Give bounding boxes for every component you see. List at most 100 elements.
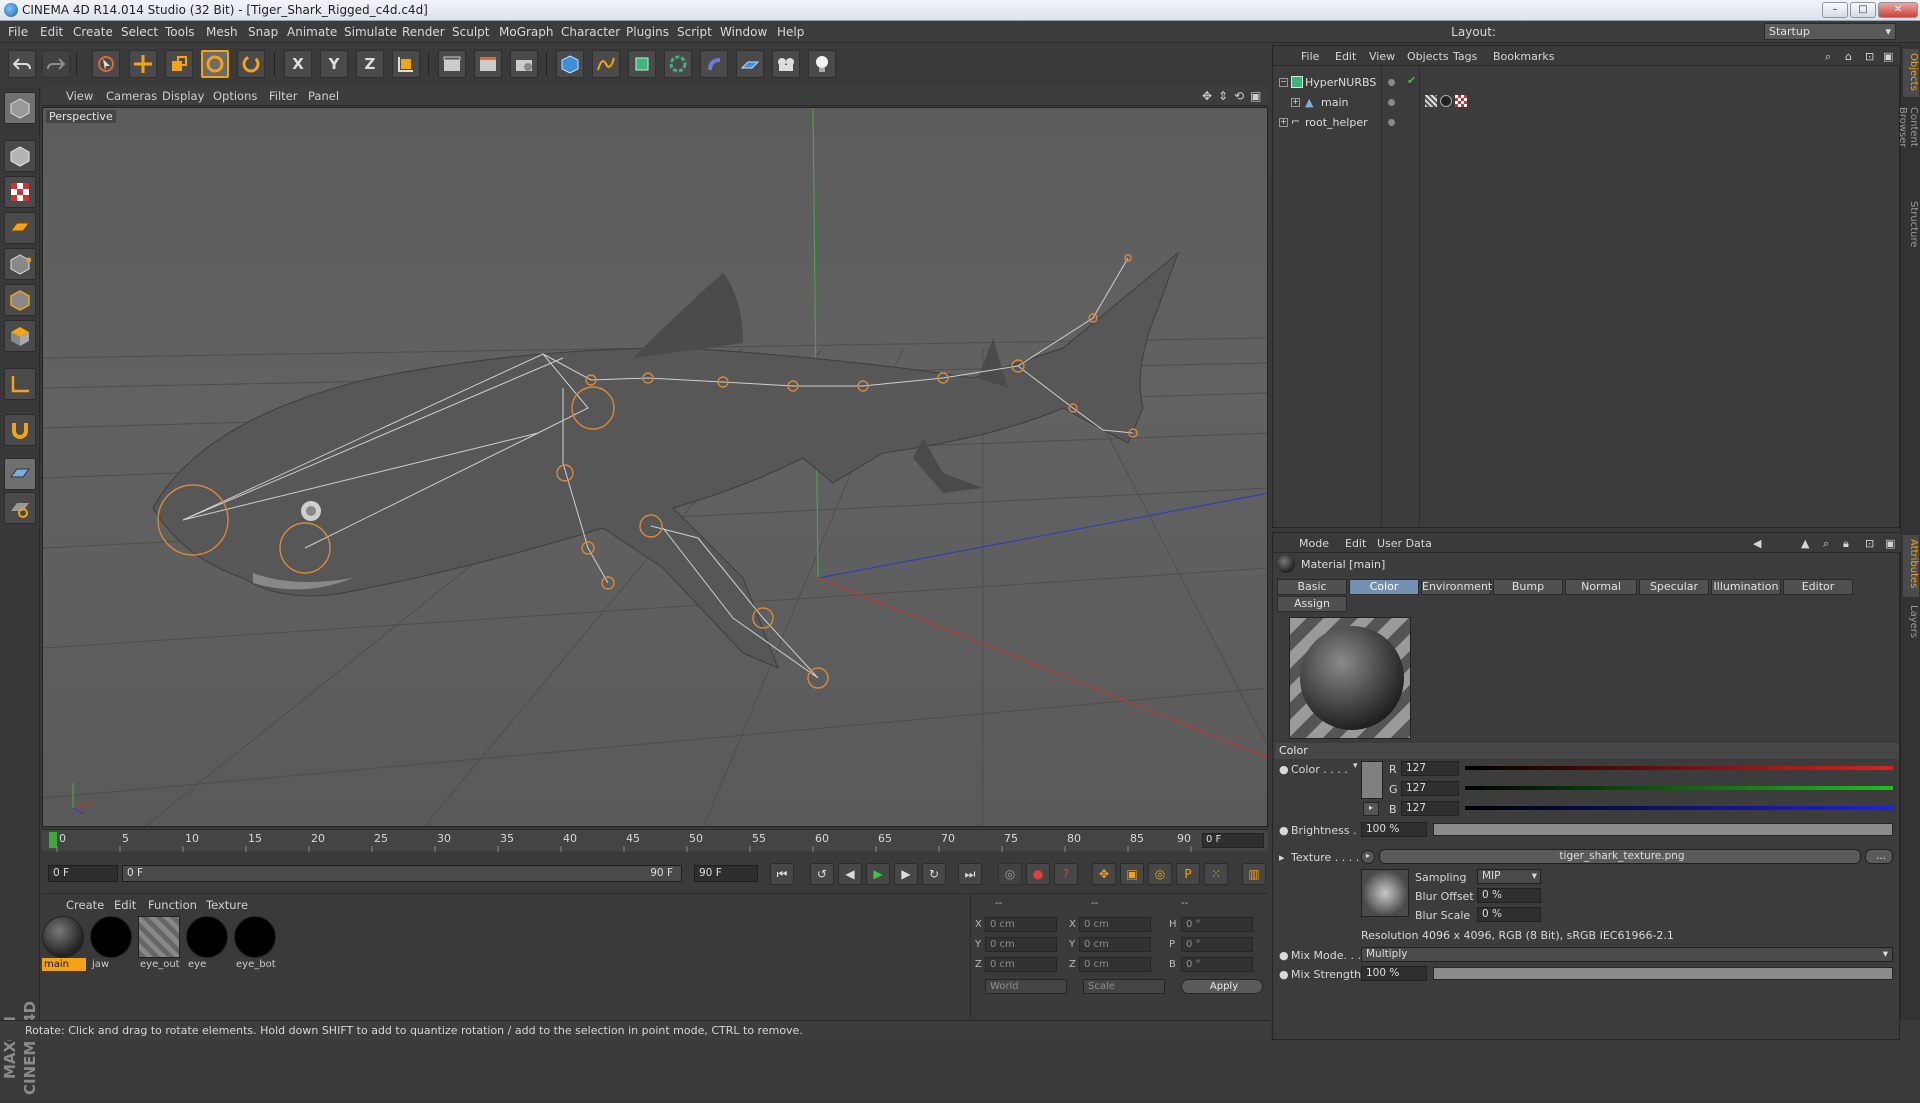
tab-normal[interactable]: Normal (1565, 579, 1637, 595)
preview-range-slider[interactable]: 0 F 90 F (122, 865, 682, 882)
material-swatch[interactable]: eye (186, 916, 230, 972)
new-view-icon[interactable]: ⊡ (1865, 537, 1874, 550)
render-picture-viewer-button[interactable] (474, 50, 502, 78)
menu-select[interactable]: Select (121, 25, 158, 39)
apply-button[interactable]: Apply (1181, 979, 1263, 994)
object-row-main[interactable]: + ▲ main (1275, 94, 1895, 111)
texture-browse-button[interactable]: ... (1865, 849, 1893, 864)
texture-tag-icon[interactable] (1455, 95, 1467, 107)
array-button[interactable] (664, 50, 692, 78)
obj-menu-tags[interactable]: Tags (1453, 50, 1477, 63)
coord-field[interactable]: 0 cm (985, 917, 1057, 932)
menu-render[interactable]: Render (402, 25, 445, 39)
new-view-icon[interactable]: ⊡ (1865, 50, 1874, 63)
material-swatch[interactable]: eye_out (138, 916, 182, 972)
menu-mograph[interactable]: MoGraph (499, 25, 554, 39)
start-frame-field[interactable]: 0 F (48, 865, 118, 882)
close-button[interactable]: ✕ (1878, 2, 1918, 18)
brightness-field[interactable]: 100 % (1361, 822, 1427, 837)
keyframe-selection-button[interactable]: ? (1054, 863, 1078, 885)
tab-attributes[interactable]: Attributes (1903, 535, 1919, 597)
next-key-button[interactable]: ↻ (922, 863, 946, 885)
texture-expand-icon[interactable]: ▸ (1279, 851, 1285, 864)
timeline-layout-button[interactable]: ▥ (1242, 863, 1266, 885)
rotate-button[interactable] (201, 50, 229, 78)
minimize-button[interactable]: – (1822, 2, 1848, 18)
model-mode-button[interactable] (4, 140, 36, 172)
menu-create[interactable]: Create (73, 25, 113, 39)
visibility-dot[interactable] (1388, 99, 1395, 106)
attr-menu-user-data[interactable]: User Data (1377, 537, 1432, 550)
key-parameter-button[interactable]: P (1176, 863, 1200, 885)
prev-key-button[interactable]: ↺ (810, 863, 834, 885)
tab-specular[interactable]: Specular (1639, 579, 1709, 595)
viewport-menu-panel[interactable]: Panel (308, 89, 339, 103)
snap-button[interactable] (4, 414, 36, 446)
mat-menu-edit[interactable]: Edit (114, 898, 136, 912)
coord-field[interactable]: 0 ° (1181, 957, 1253, 972)
r-value-field[interactable]: 127 (1401, 761, 1459, 776)
render-settings-button[interactable] (510, 50, 538, 78)
grid-snap-button[interactable] (4, 458, 36, 490)
brightness-slider[interactable] (1433, 823, 1893, 836)
sampling-dropdown[interactable]: MIP ▾ (1477, 869, 1541, 884)
maximize-button[interactable]: □ (1850, 2, 1876, 18)
mix-strength-field[interactable]: 100 % (1361, 966, 1427, 981)
edges-mode-button[interactable] (4, 284, 36, 316)
g-value-field[interactable]: 127 (1401, 781, 1459, 796)
texture-file-button[interactable]: tiger_shark_texture.png (1379, 849, 1861, 864)
menu-edit[interactable]: Edit (40, 25, 63, 39)
viewport-rotate-icon[interactable]: ⟲ (1234, 89, 1244, 103)
tab-assign[interactable]: Assign (1277, 596, 1347, 612)
panel-menu-icon[interactable]: ▣ (1883, 50, 1893, 63)
mat-menu-texture[interactable]: Texture (206, 898, 248, 912)
expand-icon[interactable]: + (1291, 98, 1300, 107)
attr-menu-mode[interactable]: Mode (1299, 537, 1329, 550)
floor-button[interactable] (736, 50, 764, 78)
undo-button[interactable] (8, 50, 36, 78)
material-swatch[interactable]: jaw (90, 916, 134, 972)
nurbs-button[interactable] (628, 50, 656, 78)
y-axis-button[interactable]: Y (320, 50, 348, 78)
material-tag-icon[interactable] (1440, 95, 1452, 107)
object-row-root-helper[interactable]: + ⌐ root_helper (1275, 114, 1895, 131)
x-axis-button[interactable]: X (284, 50, 312, 78)
menu-simulate[interactable]: Simulate (344, 25, 397, 39)
z-axis-button[interactable]: Z (356, 50, 384, 78)
back-arrow-icon[interactable]: ◀ (1753, 537, 1761, 550)
visibility-dot[interactable] (1388, 119, 1395, 126)
chevron-down-icon[interactable]: ▾ (1353, 761, 1358, 771)
search-icon[interactable]: ⌕ (1825, 50, 1831, 64)
obj-menu-view[interactable]: View (1369, 50, 1395, 63)
tab-objects[interactable]: Objects (1903, 49, 1919, 97)
material-swatch[interactable]: main (42, 916, 86, 972)
collapse-icon[interactable]: − (1279, 78, 1288, 87)
next-frame-button[interactable]: ▶ (894, 863, 918, 885)
points-mode-button[interactable] (4, 248, 36, 280)
tab-bump[interactable]: Bump (1493, 579, 1563, 595)
spline-button[interactable] (592, 50, 620, 78)
viewport-zoom-icon[interactable]: ⇕ (1218, 89, 1228, 103)
key-rotation-button[interactable]: ◎ (1148, 863, 1172, 885)
texture-thumbnail[interactable] (1361, 869, 1409, 917)
live-selection-button[interactable] (92, 50, 120, 78)
light-button[interactable] (808, 50, 836, 78)
menu-window[interactable]: Window (720, 25, 767, 39)
obj-menu-file[interactable]: File (1301, 50, 1319, 63)
texture-menu-icon[interactable]: ▸ (1361, 850, 1375, 864)
g-slider[interactable] (1465, 786, 1893, 790)
goto-start-button[interactable]: ⏮ (770, 863, 794, 885)
record-active-button[interactable]: ◎ (998, 863, 1022, 885)
tab-illumination[interactable]: Illumination (1711, 579, 1781, 595)
home-icon[interactable]: ⌂ (1845, 50, 1852, 63)
color-swatch[interactable] (1361, 761, 1383, 799)
viewport-menu-filter[interactable]: Filter (269, 89, 297, 103)
search-icon[interactable]: ⌕ (1823, 537, 1829, 551)
obj-menu-objects[interactable]: Objects (1407, 50, 1449, 63)
menu-plugins[interactable]: Plugins (626, 25, 669, 39)
mat-menu-create[interactable]: Create (66, 898, 104, 912)
workplane-mode-button[interactable] (4, 212, 36, 244)
expand-icon[interactable]: + (1279, 118, 1288, 127)
tab-content-browser[interactable]: Content Browser (1897, 103, 1919, 193)
menu-character[interactable]: Character (561, 25, 620, 39)
